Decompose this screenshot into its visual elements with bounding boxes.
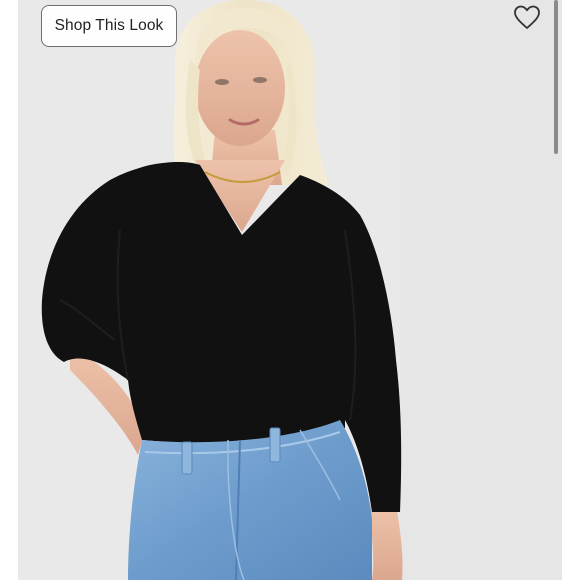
right-hand: [368, 505, 403, 580]
product-photo: [18, 0, 562, 580]
favorite-button[interactable]: [512, 3, 542, 31]
scrollbar-thumb[interactable]: [554, 0, 558, 154]
shop-this-look-button[interactable]: Shop This Look: [41, 5, 177, 47]
face: [195, 30, 285, 146]
heart-outline-icon: [514, 5, 540, 29]
product-image-viewer: Shop This Look: [0, 0, 580, 580]
denim-jeans: [128, 420, 372, 580]
